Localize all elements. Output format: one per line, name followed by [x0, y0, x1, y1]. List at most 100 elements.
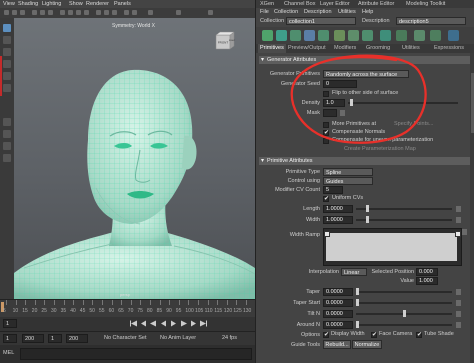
menu-renderer[interactable]: Renderer	[86, 0, 109, 8]
step-back-icon[interactable]	[150, 320, 157, 327]
anim-layer-menu[interactable]: No Anim Layer	[160, 335, 196, 341]
smooth-shade-icon[interactable]	[68, 10, 73, 15]
selected-position-field[interactable]: 0.000	[416, 268, 438, 276]
lasso-tool-icon[interactable]	[3, 36, 11, 44]
camera-icon[interactable]	[4, 10, 9, 15]
length-field[interactable]: 1.0000	[323, 205, 353, 213]
layout-single-icon[interactable]	[3, 118, 11, 126]
tab-modeling-toolkit[interactable]: Modeling Toolkit	[406, 0, 445, 8]
value-field[interactable]: 1.000	[416, 277, 438, 285]
primitive-type-dropdown[interactable]: Spline	[323, 168, 373, 176]
gamma-icon[interactable]	[176, 10, 181, 15]
description-dropdown[interactable]: description5	[396, 17, 466, 25]
go-to-start-icon[interactable]	[130, 320, 137, 327]
go-to-end-icon[interactable]	[200, 320, 207, 327]
layout-four-icon[interactable]	[3, 130, 11, 138]
tab-layer-editor[interactable]: Layer Editor	[320, 0, 350, 8]
around-n-slider[interactable]	[356, 321, 452, 328]
outliner-layout-icon[interactable]	[3, 154, 11, 162]
play-forward-icon[interactable]	[170, 320, 177, 327]
fps-menu[interactable]: 24 fps	[222, 335, 237, 341]
length-map-icon[interactable]	[456, 206, 461, 212]
face-camera-checkbox[interactable]	[371, 331, 377, 338]
rebuild-button[interactable]: Rebuild...	[323, 340, 351, 349]
command-input[interactable]	[20, 348, 252, 360]
width-slider[interactable]	[356, 216, 452, 223]
texture-icon[interactable]	[76, 10, 81, 15]
tilt-n-slider[interactable]	[356, 310, 452, 317]
film-gate-icon[interactable]	[40, 10, 45, 15]
animation-start-field[interactable]: 1	[48, 334, 62, 343]
menu-panels[interactable]: Panels	[114, 0, 131, 8]
menu-shading[interactable]: Shading	[18, 0, 38, 8]
bookmark-icon[interactable]	[20, 10, 25, 15]
tab-xgen[interactable]: XGen	[260, 0, 274, 8]
play-backward-icon[interactable]	[160, 320, 167, 327]
ramp-point-start[interactable]	[324, 231, 330, 237]
tab-attribute-editor[interactable]: Attribute Editor	[358, 0, 394, 8]
taper-start-map-icon[interactable]	[456, 300, 461, 306]
range-start-field[interactable]: 1	[3, 334, 17, 343]
around-n-map-icon[interactable]	[456, 322, 461, 328]
rotate-tool-icon[interactable]	[3, 72, 11, 80]
tilt-n-map-icon[interactable]	[456, 311, 461, 317]
paint-select-icon[interactable]	[3, 48, 11, 56]
taper-field[interactable]: 0.0000	[323, 288, 353, 296]
animation-end-field[interactable]: 200	[66, 334, 88, 343]
select-tool-icon[interactable]	[3, 24, 11, 32]
step-forward-icon[interactable]	[180, 320, 187, 327]
menu-file[interactable]: File	[260, 8, 269, 16]
collection-dropdown[interactable]: collection1	[286, 17, 356, 25]
uniform-cvs-checkbox[interactable]	[323, 195, 329, 202]
width-field[interactable]: 1.0000	[323, 216, 353, 224]
tube-shade-checkbox[interactable]	[416, 331, 422, 338]
taper-map-icon[interactable]	[456, 289, 461, 295]
width-map-icon[interactable]	[456, 217, 461, 223]
display-width-checkbox[interactable]	[323, 331, 329, 338]
width-ramp-graph[interactable]	[323, 228, 462, 266]
menu-show[interactable]: Show	[69, 0, 83, 8]
lock-icon[interactable]	[12, 10, 17, 15]
xray-icon[interactable]	[132, 10, 137, 15]
ambient-occlusion-icon[interactable]	[104, 10, 109, 15]
move-tool-icon[interactable]	[3, 60, 11, 68]
range-end-field[interactable]: 200	[22, 334, 44, 343]
wireframe-icon[interactable]	[60, 10, 65, 15]
step-back-key-icon[interactable]	[140, 320, 147, 327]
taper-start-slider[interactable]	[356, 299, 452, 306]
shadows-icon[interactable]	[96, 10, 101, 15]
modifier-cv-count-field[interactable]: 5	[323, 186, 343, 194]
color-management-icon[interactable]	[208, 10, 213, 15]
length-slider[interactable]	[356, 205, 452, 212]
normalize-button[interactable]: Normalize	[352, 340, 382, 349]
menu-utilities[interactable]: Utilities	[338, 8, 356, 16]
exposure-icon[interactable]	[148, 10, 153, 15]
control-using-dropdown[interactable]: Guides	[323, 177, 373, 185]
antialias-icon[interactable]	[112, 10, 117, 15]
ramp-point-end[interactable]	[455, 231, 461, 237]
isolate-icon[interactable]	[124, 10, 129, 15]
character-set-menu[interactable]: No Character Set	[104, 335, 147, 341]
taper-slider[interactable]	[356, 288, 452, 295]
time-slider[interactable]: 5 10 15 20 25 30 35 40 45 50 55 60 65 70 75 80 85 90 95 100…	[0, 299, 255, 318]
scale-tool-icon[interactable]	[3, 84, 11, 92]
current-frame-field[interactable]: 1	[3, 319, 17, 328]
menu-help[interactable]: Help	[362, 8, 373, 16]
layout-two-icon[interactable]	[3, 142, 11, 150]
menu-lighting[interactable]: Lighting	[42, 0, 61, 8]
tab-channel-box[interactable]: Channel Box	[284, 0, 316, 8]
menu-description[interactable]: Description	[304, 8, 332, 16]
menu-collection[interactable]: Collection	[274, 8, 298, 16]
head-mesh[interactable]	[14, 18, 255, 299]
menu-view[interactable]: View	[3, 0, 15, 8]
step-forward-key-icon[interactable]	[190, 320, 197, 327]
interpolation-dropdown[interactable]: Linear	[341, 268, 367, 276]
tilt-n-field[interactable]: 0.0000	[323, 310, 353, 318]
around-n-field[interactable]: 0.0000	[323, 321, 353, 329]
taper-start-field[interactable]: 0.0000	[323, 299, 353, 307]
grid-icon[interactable]	[32, 10, 37, 15]
ramp-expand-icon[interactable]	[462, 229, 467, 235]
lights-icon[interactable]	[84, 10, 89, 15]
3d-viewport[interactable]: Symmetry: World X FRONT RIGHT persp	[14, 18, 255, 299]
resolution-gate-icon[interactable]	[48, 10, 53, 15]
